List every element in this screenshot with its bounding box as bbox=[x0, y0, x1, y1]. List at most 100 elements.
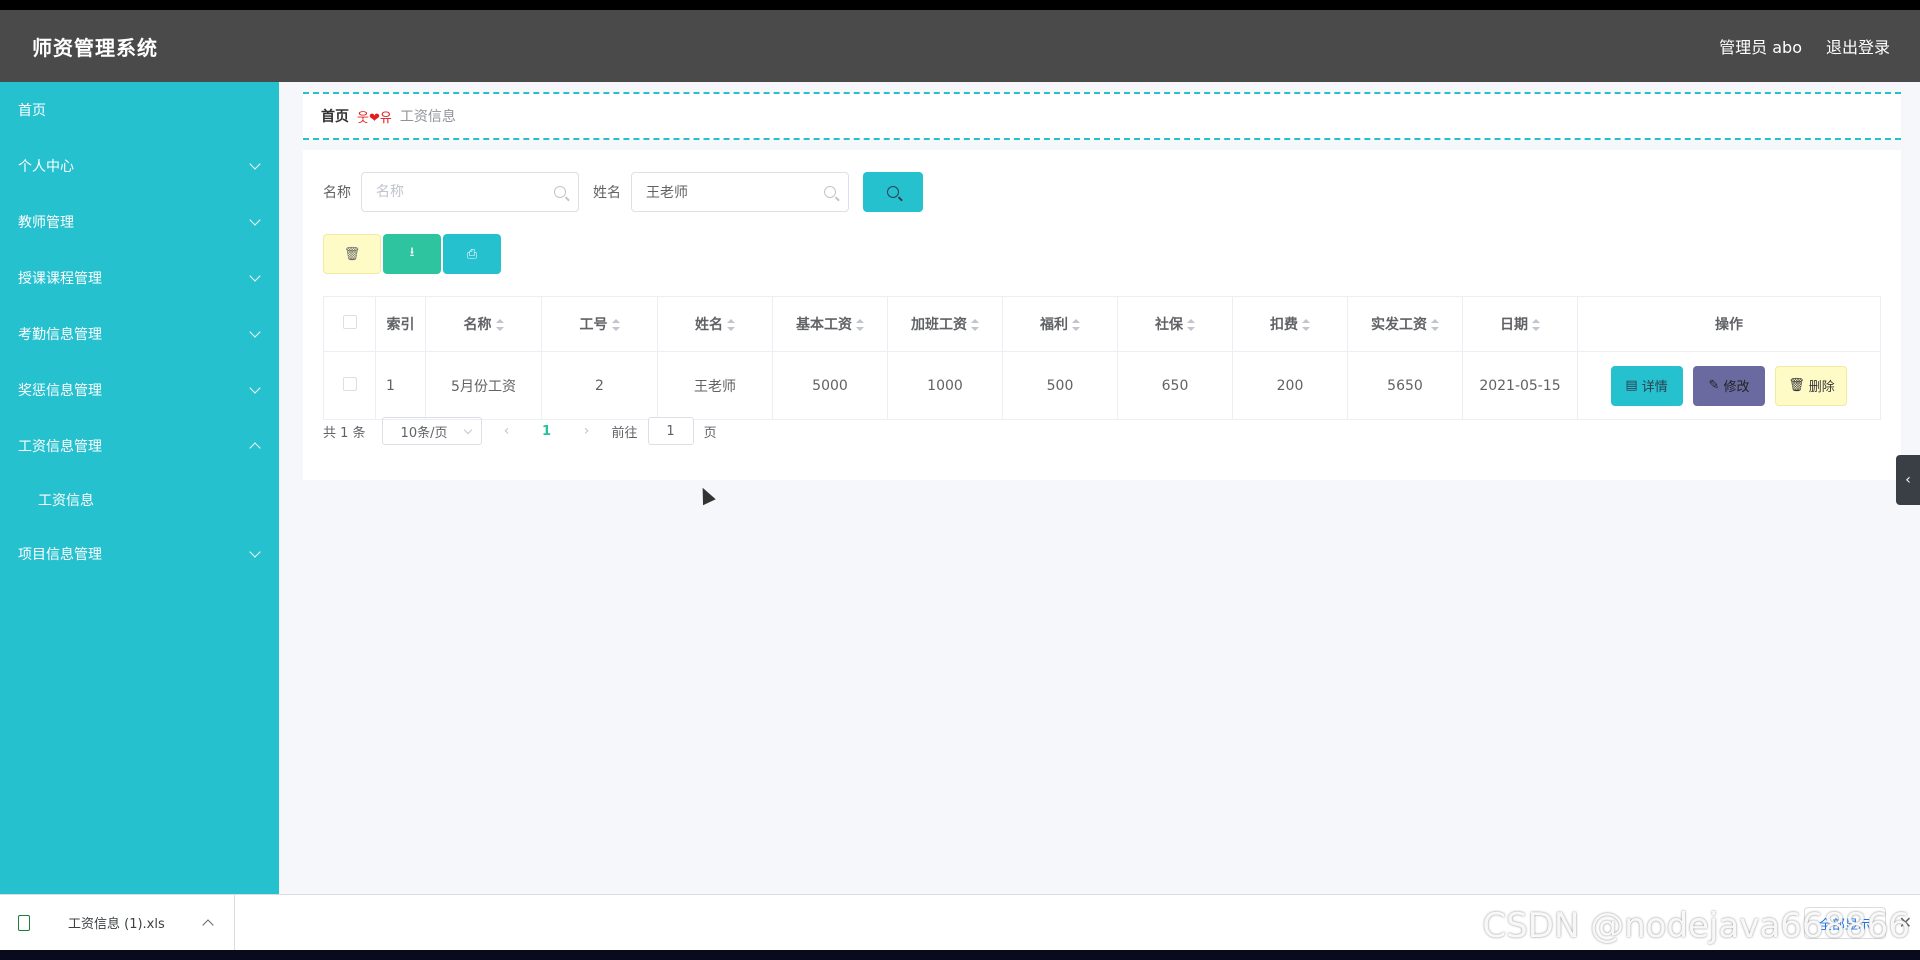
sidebar-item-label: 项目信息管理 bbox=[18, 547, 102, 563]
detail-button-label: 详情 bbox=[1641, 380, 1668, 395]
column-header-person[interactable]: 姓名 bbox=[657, 296, 773, 352]
document-icon: ▤ bbox=[1625, 378, 1638, 393]
sort-icon[interactable] bbox=[495, 319, 504, 331]
sidebar-item-reward-management[interactable]: 奖惩信息管理 bbox=[0, 362, 279, 418]
search-button[interactable] bbox=[863, 172, 923, 212]
sort-icon[interactable] bbox=[1532, 319, 1540, 331]
chevron-down-icon bbox=[249, 270, 261, 282]
browser-top-strip bbox=[0, 0, 1920, 10]
logout-button[interactable]: 退出登录 bbox=[1826, 34, 1890, 58]
chevron-down-icon bbox=[249, 546, 261, 558]
chevron-down-icon bbox=[249, 326, 261, 338]
taskbar-strip bbox=[0, 950, 1920, 960]
page-size-value: 10条/页 bbox=[400, 425, 448, 441]
close-icon[interactable]: ✕ bbox=[1899, 913, 1912, 932]
column-header-actions: 操作 bbox=[1577, 296, 1881, 352]
table-row: 1 5月份工资 2 王老师 5000 1000 500 650 200 5650… bbox=[323, 351, 1881, 420]
column-header-name[interactable]: 名称 bbox=[425, 296, 542, 352]
breadcrumb-separator: 웃❤유 bbox=[357, 110, 392, 126]
name-search-input[interactable] bbox=[376, 184, 546, 200]
column-header-social-security[interactable]: 社保 bbox=[1117, 296, 1233, 352]
sort-icon[interactable] bbox=[611, 319, 620, 331]
column-header-job-no[interactable]: 工号 bbox=[541, 296, 658, 352]
cell-job-no: 2 bbox=[541, 351, 658, 420]
chevron-up-icon[interactable] bbox=[202, 918, 214, 931]
pagination: 共 1 条 10条/页 ‹ 1 › 前往 页 bbox=[323, 417, 717, 445]
export-button[interactable]: ⭳ bbox=[383, 234, 441, 274]
edit-button[interactable]: ✎ 修改 bbox=[1693, 365, 1765, 406]
page-number[interactable]: 1 bbox=[532, 424, 562, 439]
cell-overtime: 1000 bbox=[887, 351, 1003, 420]
sidebar-item-attendance-management[interactable]: 考勤信息管理 bbox=[0, 306, 279, 362]
breadcrumb-home[interactable]: 首页 bbox=[321, 106, 349, 126]
sidebar-item-label: 奖惩信息管理 bbox=[18, 383, 102, 399]
breadcrumb: 首页 웃❤유 工资信息 bbox=[303, 92, 1901, 140]
sidebar-item-label: 首页 bbox=[18, 103, 46, 119]
goto-page-input[interactable] bbox=[647, 417, 694, 445]
sort-icon[interactable] bbox=[1302, 319, 1310, 331]
cell-index: 1 bbox=[375, 351, 426, 420]
show-all-downloads-button[interactable]: 全部显示 bbox=[1803, 907, 1886, 939]
column-header-deduction[interactable]: 扣费 bbox=[1232, 296, 1348, 352]
sidebar-item-label: 工资信息管理 bbox=[18, 439, 102, 455]
sidebar-subitem-salary-info[interactable]: 工资信息 bbox=[0, 474, 279, 526]
detail-button[interactable]: ▤ 详情 bbox=[1610, 365, 1683, 406]
sidebar-item-home[interactable]: 首页 bbox=[0, 82, 279, 138]
select-all-cell bbox=[323, 296, 376, 352]
bulk-delete-button[interactable]: 🗑 bbox=[323, 234, 381, 274]
sidebar-item-personal-center[interactable]: 个人中心 bbox=[0, 138, 279, 194]
print-icon: ⎙ bbox=[466, 246, 478, 262]
sort-icon[interactable] bbox=[727, 319, 735, 331]
column-header-net-salary[interactable]: 实发工资 bbox=[1347, 296, 1463, 352]
sidebar-item-salary-management[interactable]: 工资信息管理 bbox=[0, 418, 279, 474]
sort-icon[interactable] bbox=[1431, 319, 1439, 331]
delete-button[interactable]: 🗑 删除 bbox=[1775, 365, 1848, 406]
print-button[interactable]: ⎙ bbox=[443, 234, 501, 274]
header-actions: 管理员 abo 退出登录 bbox=[1719, 34, 1890, 58]
cell-person: 王老师 bbox=[657, 351, 773, 420]
sort-icon[interactable] bbox=[856, 319, 864, 331]
chevron-up-icon bbox=[249, 442, 261, 454]
page-size-select[interactable]: 10条/页 bbox=[381, 417, 482, 445]
admin-label: 管理员 abo bbox=[1719, 38, 1802, 57]
search-icon bbox=[887, 186, 899, 198]
prev-page-button[interactable]: ‹ bbox=[492, 423, 522, 439]
cell-name: 5月份工资 bbox=[425, 351, 542, 420]
row-checkbox[interactable] bbox=[342, 376, 357, 391]
search-icon bbox=[554, 186, 566, 198]
column-header-overtime[interactable]: 加班工资 bbox=[887, 296, 1003, 352]
download-icon: ⭳ bbox=[409, 245, 415, 260]
column-header-base-salary[interactable]: 基本工资 bbox=[772, 296, 888, 352]
cell-actions: ▤ 详情 ✎ 修改 🗑 删除 bbox=[1577, 351, 1881, 420]
delete-button-label: 删除 bbox=[1808, 380, 1835, 395]
content-panel: 名称 姓名 🗑 ⭳ ⎙ bbox=[303, 150, 1901, 480]
person-search-input[interactable] bbox=[646, 184, 816, 200]
sidebar-item-project-management[interactable]: 项目信息管理 bbox=[0, 526, 279, 582]
main-content: 首页 웃❤유 工资信息 名称 姓名 🗑 ⭳ bbox=[279, 82, 1920, 894]
sidebar-item-label: 教师管理 bbox=[18, 215, 74, 231]
sidebar-item-teacher-management[interactable]: 教师管理 bbox=[0, 194, 279, 250]
sort-icon[interactable] bbox=[1187, 319, 1195, 331]
sort-icon[interactable] bbox=[971, 319, 979, 331]
chevron-down-icon bbox=[249, 382, 261, 394]
person-search-field bbox=[631, 172, 849, 212]
sidebar: 首页 个人中心 教师管理 授课课程管理 考勤信息管理 奖惩信息管理 工资信息管理… bbox=[0, 82, 279, 894]
bulk-actions: 🗑 ⭳ ⎙ bbox=[323, 234, 501, 274]
cell-deduction: 200 bbox=[1232, 351, 1348, 420]
column-header-date[interactable]: 日期 bbox=[1462, 296, 1578, 352]
sidebar-item-course-management[interactable]: 授课课程管理 bbox=[0, 250, 279, 306]
breadcrumb-current: 工资信息 bbox=[399, 109, 456, 125]
sidebar-item-label: 授课课程管理 bbox=[18, 271, 102, 287]
next-page-button[interactable]: › bbox=[572, 423, 602, 439]
goto-suffix: 页 bbox=[703, 425, 717, 441]
goto-prefix: 前往 bbox=[611, 425, 638, 441]
download-item[interactable]: 工资信息 (1).xls bbox=[0, 894, 235, 951]
select-all-checkbox[interactable] bbox=[342, 315, 357, 329]
name-search-field bbox=[361, 172, 579, 212]
sort-icon[interactable] bbox=[1072, 319, 1080, 331]
collapse-panel-button[interactable]: ‹ bbox=[1896, 455, 1920, 505]
search-form: 名称 姓名 bbox=[323, 172, 923, 212]
app-title: 师资管理系统 bbox=[32, 35, 158, 60]
search-icon bbox=[824, 186, 836, 198]
column-header-welfare[interactable]: 福利 bbox=[1002, 296, 1118, 352]
